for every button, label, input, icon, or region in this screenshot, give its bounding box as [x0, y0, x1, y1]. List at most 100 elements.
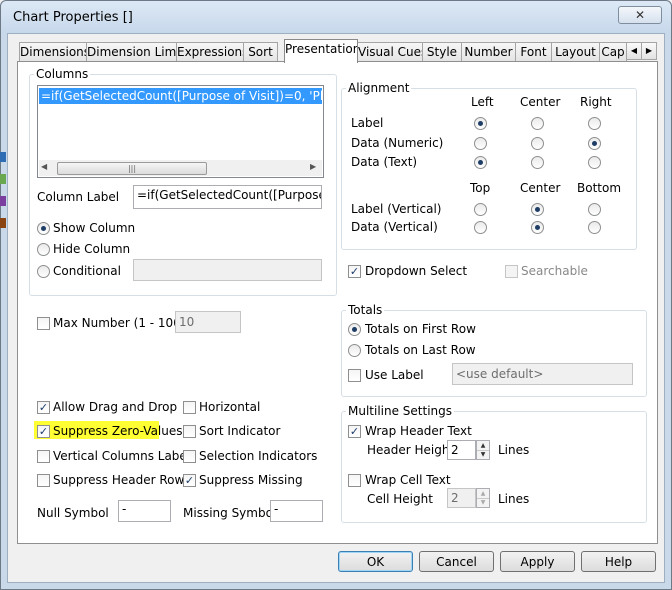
header-height-input[interactable]: 2 [447, 440, 476, 460]
data-v-top-radio[interactable] [474, 221, 487, 234]
conditional-input[interactable] [133, 259, 322, 281]
ok-button[interactable]: OK [338, 551, 413, 572]
use-label-label: Use Label [365, 368, 424, 382]
background-strip [0, 152, 6, 162]
allow-drag-drop-checkbox[interactable]: ✓ [37, 401, 50, 414]
align-right-header: Right [580, 95, 612, 109]
conditional-label: Conditional [53, 264, 121, 278]
numeric-right-radio[interactable] [588, 137, 601, 150]
max-number-label: Max Number (1 - 100) [53, 316, 186, 330]
tab-presentation[interactable]: Presentation [284, 39, 358, 63]
cell-height-input[interactable]: 2 [447, 488, 476, 508]
data-v-bottom-radio[interactable] [588, 221, 601, 234]
tab-font[interactable]: Font [515, 42, 552, 61]
missing-symbol-input[interactable]: - [270, 500, 323, 522]
totals-group-title: Totals [346, 303, 385, 317]
use-label-checkbox[interactable] [348, 369, 361, 382]
selection-indicators-checkbox[interactable] [183, 450, 196, 463]
searchable-checkbox[interactable] [505, 265, 518, 278]
checkmark-icon: ✓ [349, 425, 360, 438]
list-item[interactable]: =if(GetSelectedCount([Purpose of Visit])… [39, 88, 322, 104]
align-center-header: Center [520, 95, 561, 109]
suppress-missing-label: Suppress Missing [199, 473, 303, 487]
totals-last-row-radio[interactable] [348, 344, 361, 357]
text-center-radio[interactable] [531, 156, 544, 169]
suppress-missing-checkbox[interactable]: ✓ [183, 474, 196, 487]
use-label-input[interactable]: <use default> [452, 363, 633, 385]
spin-down-icon[interactable]: ▼ [477, 498, 489, 507]
dropdown-select-checkbox[interactable]: ✓ [348, 265, 361, 278]
tab-visual-cues[interactable]: Visual Cues [357, 42, 423, 61]
spin-down-icon[interactable]: ▼ [477, 450, 489, 459]
column-label-input[interactable]: =if(GetSelectedCount([Purpose of [133, 185, 322, 209]
allow-drag-drop-label: Allow Drag and Drop [53, 400, 178, 414]
label-v-top-radio[interactable] [474, 203, 487, 216]
cell-height-label: Cell Height [367, 492, 433, 506]
max-number-checkbox[interactable] [37, 317, 50, 330]
max-number-input[interactable]: 10 [175, 311, 241, 333]
label-v-bottom-radio[interactable] [588, 203, 601, 216]
tab-number[interactable]: Number [461, 42, 516, 61]
title-bar[interactable]: Chart Properties [] ✕ [1, 1, 671, 34]
numeric-center-radio[interactable] [531, 137, 544, 150]
totals-first-row-label: Totals on First Row [365, 322, 476, 336]
scroll-right-icon[interactable]: ▶ [310, 162, 316, 171]
totals-last-row-label: Totals on Last Row [365, 343, 476, 357]
tab-expressions[interactable]: Expressions [176, 42, 244, 61]
columns-listbox[interactable]: =if(GetSelectedCount([Purpose of Visit])… [37, 85, 324, 178]
tab-scroll-left-button[interactable]: ◀ [626, 42, 642, 60]
tab-style[interactable]: Style [422, 42, 462, 61]
tab-layout[interactable]: Layout [551, 42, 600, 61]
horizontal-checkbox[interactable] [183, 401, 196, 414]
label-v-center-radio[interactable] [531, 203, 544, 216]
sort-indicator-label: Sort Indicator [199, 424, 281, 438]
close-button[interactable]: ✕ [618, 6, 662, 24]
apply-button[interactable]: Apply [500, 551, 575, 572]
header-lines-label: Lines [498, 443, 530, 457]
header-height-spinner[interactable]: ▲ ▼ [476, 440, 490, 460]
text-right-radio[interactable] [588, 156, 601, 169]
header-height-label: Header Height [367, 443, 455, 457]
horizontal-label: Horizontal [199, 400, 261, 414]
totals-first-row-radio[interactable] [348, 323, 361, 336]
null-symbol-input[interactable]: - [118, 500, 171, 522]
cancel-button[interactable]: Cancel [419, 551, 494, 572]
help-button[interactable]: Help [581, 551, 656, 572]
label-left-radio[interactable] [474, 117, 487, 130]
hide-column-label: Hide Column [53, 242, 131, 256]
label-right-radio[interactable] [588, 117, 601, 130]
tab-caption[interactable]: Cap [599, 42, 627, 61]
align-row-data-numeric: Data (Numeric) [351, 136, 444, 150]
align-bottom-header: Bottom [577, 181, 622, 195]
label-center-radio[interactable] [531, 117, 544, 130]
horizontal-scrollbar[interactable]: ◀ ||| ▶ [39, 160, 322, 176]
scroll-thumb[interactable]: ||| [57, 162, 207, 175]
hide-column-radio[interactable] [37, 243, 50, 256]
cell-height-spinner[interactable]: ▲ ▼ [476, 488, 490, 508]
tab-scroll-right-button[interactable]: ▶ [641, 42, 657, 60]
sort-indicator-checkbox[interactable] [183, 425, 196, 438]
vertical-column-labels-checkbox[interactable] [37, 450, 50, 463]
suppress-zero-values-label: Suppress Zero-Values [53, 424, 183, 438]
wrap-header-checkbox[interactable]: ✓ [348, 425, 361, 438]
wrap-cell-checkbox[interactable] [348, 474, 361, 487]
align-center-v-header: Center [520, 181, 561, 195]
tab-sort[interactable]: Sort [243, 42, 278, 61]
suppress-zero-values-checkbox[interactable]: ✓ [37, 425, 50, 438]
tab-dimensions[interactable]: Dimensions [19, 42, 87, 61]
null-symbol-label: Null Symbol [37, 506, 109, 520]
data-v-center-radio[interactable] [531, 221, 544, 234]
background-strip [0, 174, 6, 184]
multiline-group-title: Multiline Settings [346, 404, 455, 418]
conditional-radio[interactable] [37, 265, 50, 278]
tab-dimension-limits[interactable]: Dimension Limits [86, 42, 177, 61]
chevron-left-icon: ◀ [630, 46, 638, 55]
searchable-label: Searchable [521, 264, 588, 278]
suppress-header-row-checkbox[interactable] [37, 474, 50, 487]
show-column-radio[interactable] [37, 222, 50, 235]
numeric-left-radio[interactable] [474, 137, 487, 150]
align-row-data-vertical: Data (Vertical) [351, 220, 438, 234]
scroll-left-icon[interactable]: ◀ [41, 162, 47, 171]
columns-group-title: Columns [34, 67, 91, 81]
text-left-radio[interactable] [474, 156, 487, 169]
